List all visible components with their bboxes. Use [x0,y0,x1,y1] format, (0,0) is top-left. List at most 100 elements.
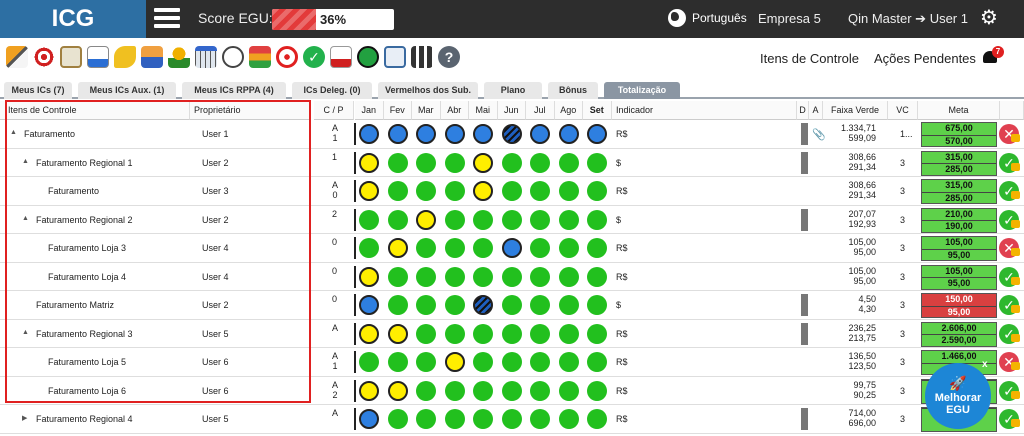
status-dot-set[interactable] [587,209,607,230]
status-dot-mai[interactable] [473,409,493,429]
status-dot-jun[interactable] [501,181,522,201]
status-dot-mar[interactable] [416,409,436,429]
status-dot-ago[interactable] [558,266,579,287]
status-dot-mar[interactable] [416,124,436,144]
status-dot-set[interactable] [587,380,607,401]
status-dot-jan[interactable] [359,124,379,144]
status-dot-set[interactable] [587,323,607,344]
status-dot-set[interactable] [587,181,607,201]
tab-ics-deleg[interactable]: ICs Deleg. (0) [292,82,372,99]
status-dot-jun[interactable] [501,380,522,401]
target-icon[interactable] [33,46,55,68]
status-dot-jul[interactable] [530,152,550,173]
status-dot-fev[interactable] [387,409,408,429]
check-circle-icon[interactable]: ✓ [303,46,325,68]
close-icon[interactable]: x [982,359,988,370]
status-dot-set[interactable] [587,238,607,258]
status-dot-jun[interactable] [501,352,522,372]
status-dot-jun[interactable] [501,266,522,287]
status-dot-fev[interactable] [387,124,408,144]
melhorar-egu-button[interactable]: x 🚀 Melhorar EGU [925,359,991,429]
bell-icon[interactable]: 7 [982,46,1004,66]
status-dot-jul[interactable] [530,266,550,287]
status-dot-set[interactable] [587,152,607,173]
status-dot-ago[interactable] [558,295,579,315]
status-dot-mai[interactable] [473,181,493,201]
status-dot-mai[interactable] [473,380,493,401]
status-dot-abr[interactable] [444,124,465,144]
status-dot-jun[interactable] [501,124,522,144]
status-dot-set[interactable] [587,124,607,144]
status-dot-jul[interactable] [530,238,550,258]
download-chart-icon[interactable] [87,46,109,68]
status-dot-abr[interactable] [444,380,465,401]
gear-icon[interactable]: ⚙ [980,8,1000,28]
tab-totalizacao[interactable]: Totalização [604,82,680,99]
status-dot-jun[interactable] [501,323,522,344]
status-dot-mai[interactable] [473,352,493,372]
power-pdf-icon[interactable] [357,46,379,68]
status-dot-mai[interactable] [473,295,493,315]
status-dot-jun[interactable] [501,152,522,173]
tab-meus-ics[interactable]: Meus ICs (7) [4,82,72,99]
tab-bonus[interactable]: Bônus [548,82,598,99]
status-dot-jul[interactable] [530,380,550,401]
logo[interactable]: ICG [0,0,146,38]
user-menu[interactable]: Qin Master ➔ User 1 [848,11,968,27]
status-dot-jan[interactable] [359,295,379,315]
tab-meus-ics-rppa[interactable]: Meus ICs RPPA (4) [182,82,286,99]
status-dot-jan[interactable] [359,266,379,287]
meta-box[interactable]: 675,00 570,00 [921,122,997,147]
meta-box[interactable]: 2.606,00 2.590,00 [921,321,997,347]
status-dot-abr[interactable] [444,181,465,201]
status-dot-mai[interactable] [473,238,493,258]
status-dot-jan[interactable] [359,380,379,401]
status-dot-abr[interactable] [444,323,465,344]
meta-box[interactable]: 105,00 95,00 [921,236,997,261]
status-dot-fev[interactable] [387,295,408,315]
menu-icon[interactable] [154,8,180,30]
status-dot-ago[interactable] [558,124,579,144]
status-dot-mai[interactable] [473,266,493,287]
status-dot-mar[interactable] [416,209,436,230]
status-dot-jul[interactable] [530,124,550,144]
tab-meus-ics-aux[interactable]: Meus ICs Aux. (1) [78,82,176,99]
status-dot-ago[interactable] [558,352,579,372]
status-dot-jan[interactable] [359,352,379,372]
status-dot-jul[interactable] [530,209,550,230]
meta-box[interactable]: 105,00 95,00 [921,264,997,290]
status-dot-fev[interactable] [387,152,408,173]
status-dot-jun[interactable] [501,409,522,429]
help-icon[interactable]: ? [438,46,460,68]
status-dot-abr[interactable] [444,295,465,315]
status-dot-mar[interactable] [416,352,436,372]
status-dot-jun[interactable] [501,295,522,315]
status-dot-ago[interactable] [558,323,579,344]
status-dot-mar[interactable] [416,238,436,258]
expand-toggle-icon[interactable]: ▶ [22,414,27,422]
status-dot-ago[interactable] [558,409,579,429]
itens-controle-link[interactable]: Itens de Controle [760,51,859,66]
status-dot-abr[interactable] [444,266,465,287]
status-dot-set[interactable] [587,409,607,429]
status-dot-jan[interactable] [359,152,379,173]
status-dot-mar[interactable] [416,380,436,401]
presentation-icon[interactable] [384,46,406,68]
status-dot-mar[interactable] [416,323,436,344]
status-dot-fev[interactable] [387,323,408,344]
table-row[interactable]: ▶ Faturamento Regional 4 User 5 A R$ 714,00 69… [0,405,1024,434]
status-dot-fev[interactable] [387,181,408,201]
status-dot-fev[interactable] [387,209,408,230]
team-icon[interactable] [141,46,163,68]
tab-vermelhos-sub[interactable]: Vermelhos dos Sub. [378,82,478,99]
status-dot-jun[interactable] [501,209,522,230]
status-dot-ago[interactable] [558,209,579,230]
status-dot-jul[interactable] [530,295,550,315]
status-dot-mar[interactable] [416,181,436,201]
status-dot-jul[interactable] [530,352,550,372]
meta-box[interactable]: 315,00 285,00 [921,150,997,176]
status-dot-jul[interactable] [530,409,550,429]
status-dot-fev[interactable] [387,238,408,258]
status-dot-ago[interactable] [558,238,579,258]
status-dot-mai[interactable] [473,323,493,344]
